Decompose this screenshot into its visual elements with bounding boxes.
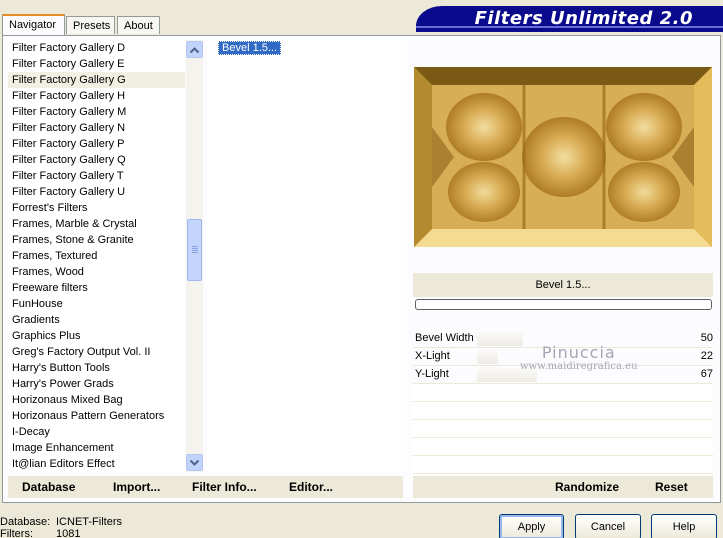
filter-list[interactable]: Bevel 1.5... [207,40,407,472]
filter-info-button[interactable]: Filter Info... [192,480,257,494]
thumb-grip [192,246,198,247]
category-item[interactable]: Filter Factory Gallery G [8,72,185,88]
param-slider-fill [477,332,523,346]
database-button[interactable]: Database [22,480,75,494]
database-label: Database: [0,516,51,528]
category-item[interactable]: Frames, Textured [8,248,185,264]
category-scrollbar[interactable] [186,40,203,472]
apply-button[interactable]: Apply [499,514,564,538]
command-bar-left: Database Import... Filter Info... Editor… [8,476,403,498]
tab-about[interactable]: About [117,16,160,34]
thumb-grip [192,250,198,251]
param-value: 50 [700,332,713,344]
category-item[interactable]: Frames, Stone & Granite [8,232,185,248]
category-item[interactable]: Forrest's Filters [8,200,185,216]
param-value: 22 [700,350,713,362]
param-x-light[interactable]: X-Light 22 [413,348,713,366]
param-label: Y-Light [415,368,449,380]
thumb-grip [192,252,198,253]
category-item[interactable]: Filter Factory Gallery P [8,136,185,152]
title-banner: Filters Unlimited 2.0 [416,6,723,32]
category-item[interactable]: Horizonaus Mixed Bag [8,392,185,408]
param-empty-row [413,402,713,420]
param-empty-row [413,384,713,402]
param-empty-row [413,420,713,438]
cancel-button[interactable]: Cancel [575,514,641,538]
parameter-list: Bevel Width 50 X-Light 22 Y-Light 67 [413,330,713,492]
preview-image [414,67,712,247]
category-item[interactable]: Filter Factory Gallery Q [8,152,185,168]
category-item[interactable]: Frames, Marble & Crystal [8,216,185,232]
category-item[interactable]: Filter Factory Gallery N [8,120,185,136]
category-item[interactable]: Harry's Button Tools [8,360,185,376]
tab-navigator[interactable]: Navigator [2,14,65,35]
scroll-thumb[interactable] [187,219,202,281]
category-item[interactable]: Greg's Factory Output Vol. II [8,344,185,360]
category-item[interactable]: Gradients [8,312,185,328]
status-info: Database: ICNET-Filters Filters: 1081 [0,516,122,538]
tab-presets[interactable]: Presets [66,16,115,34]
scroll-down-button[interactable] [186,454,203,471]
category-item[interactable]: Harry's Power Grads [8,376,185,392]
chevron-down-icon [190,459,199,466]
preview-filter-name: Bevel 1.5... [413,273,713,297]
navigator-panel: Filter Factory Gallery D Filter Factory G… [2,35,721,503]
category-item[interactable]: Freeware filters [8,280,185,296]
filters-label: Filters: [0,528,33,538]
param-empty-row [413,438,713,456]
scroll-up-button[interactable] [186,41,203,58]
filters-count: 1081 [56,528,81,538]
preview-area: Bevel 1.5... Bevel Width 50 X-Light 22 Y… [413,40,713,492]
category-item[interactable]: FunHouse [8,296,185,312]
param-label: Bevel Width [415,332,474,344]
param-value: 67 [700,368,713,380]
param-label: X-Light [415,350,450,362]
thumb-grip [192,248,198,249]
param-bevel-width[interactable]: Bevel Width 50 [413,330,713,348]
chevron-up-icon [190,46,199,53]
command-bar-right: Randomize Reset [413,476,713,498]
category-item[interactable]: It@lian Editors Effect [8,456,185,472]
category-item[interactable]: Filter Factory Gallery E [8,56,185,72]
category-item[interactable]: Filter Factory Gallery D [8,40,185,56]
category-item[interactable]: Filter Factory Gallery T [8,168,185,184]
param-slider-fill [477,350,498,364]
category-item[interactable]: Horizonaus Pattern Generators [8,408,185,424]
banner-title: Filters Unlimited 2.0 [474,8,693,29]
category-item[interactable]: Frames, Wood [8,264,185,280]
category-item[interactable]: Image Enhancement [8,440,185,456]
category-item[interactable]: Filter Factory Gallery U [8,184,185,200]
database-value: ICNET-Filters [56,516,122,528]
category-item[interactable]: Filter Factory Gallery M [8,104,185,120]
randomize-button[interactable]: Randomize [555,480,619,494]
category-item[interactable]: Graphics Plus [8,328,185,344]
category-item[interactable]: I-Decay [8,424,185,440]
param-slider-fill [477,368,537,382]
param-empty-row [413,456,713,474]
category-item[interactable]: Filter Factory Gallery H [8,88,185,104]
import-button[interactable]: Import... [113,480,160,494]
help-button[interactable]: Help [651,514,717,538]
param-y-light[interactable]: Y-Light 67 [413,366,713,384]
filter-item-selected[interactable]: Bevel 1.5... [218,41,282,55]
category-list[interactable]: Filter Factory Gallery D Filter Factory G… [8,40,185,472]
reset-button[interactable]: Reset [655,480,688,494]
progress-bar [415,299,712,310]
editor-button[interactable]: Editor... [289,480,333,494]
